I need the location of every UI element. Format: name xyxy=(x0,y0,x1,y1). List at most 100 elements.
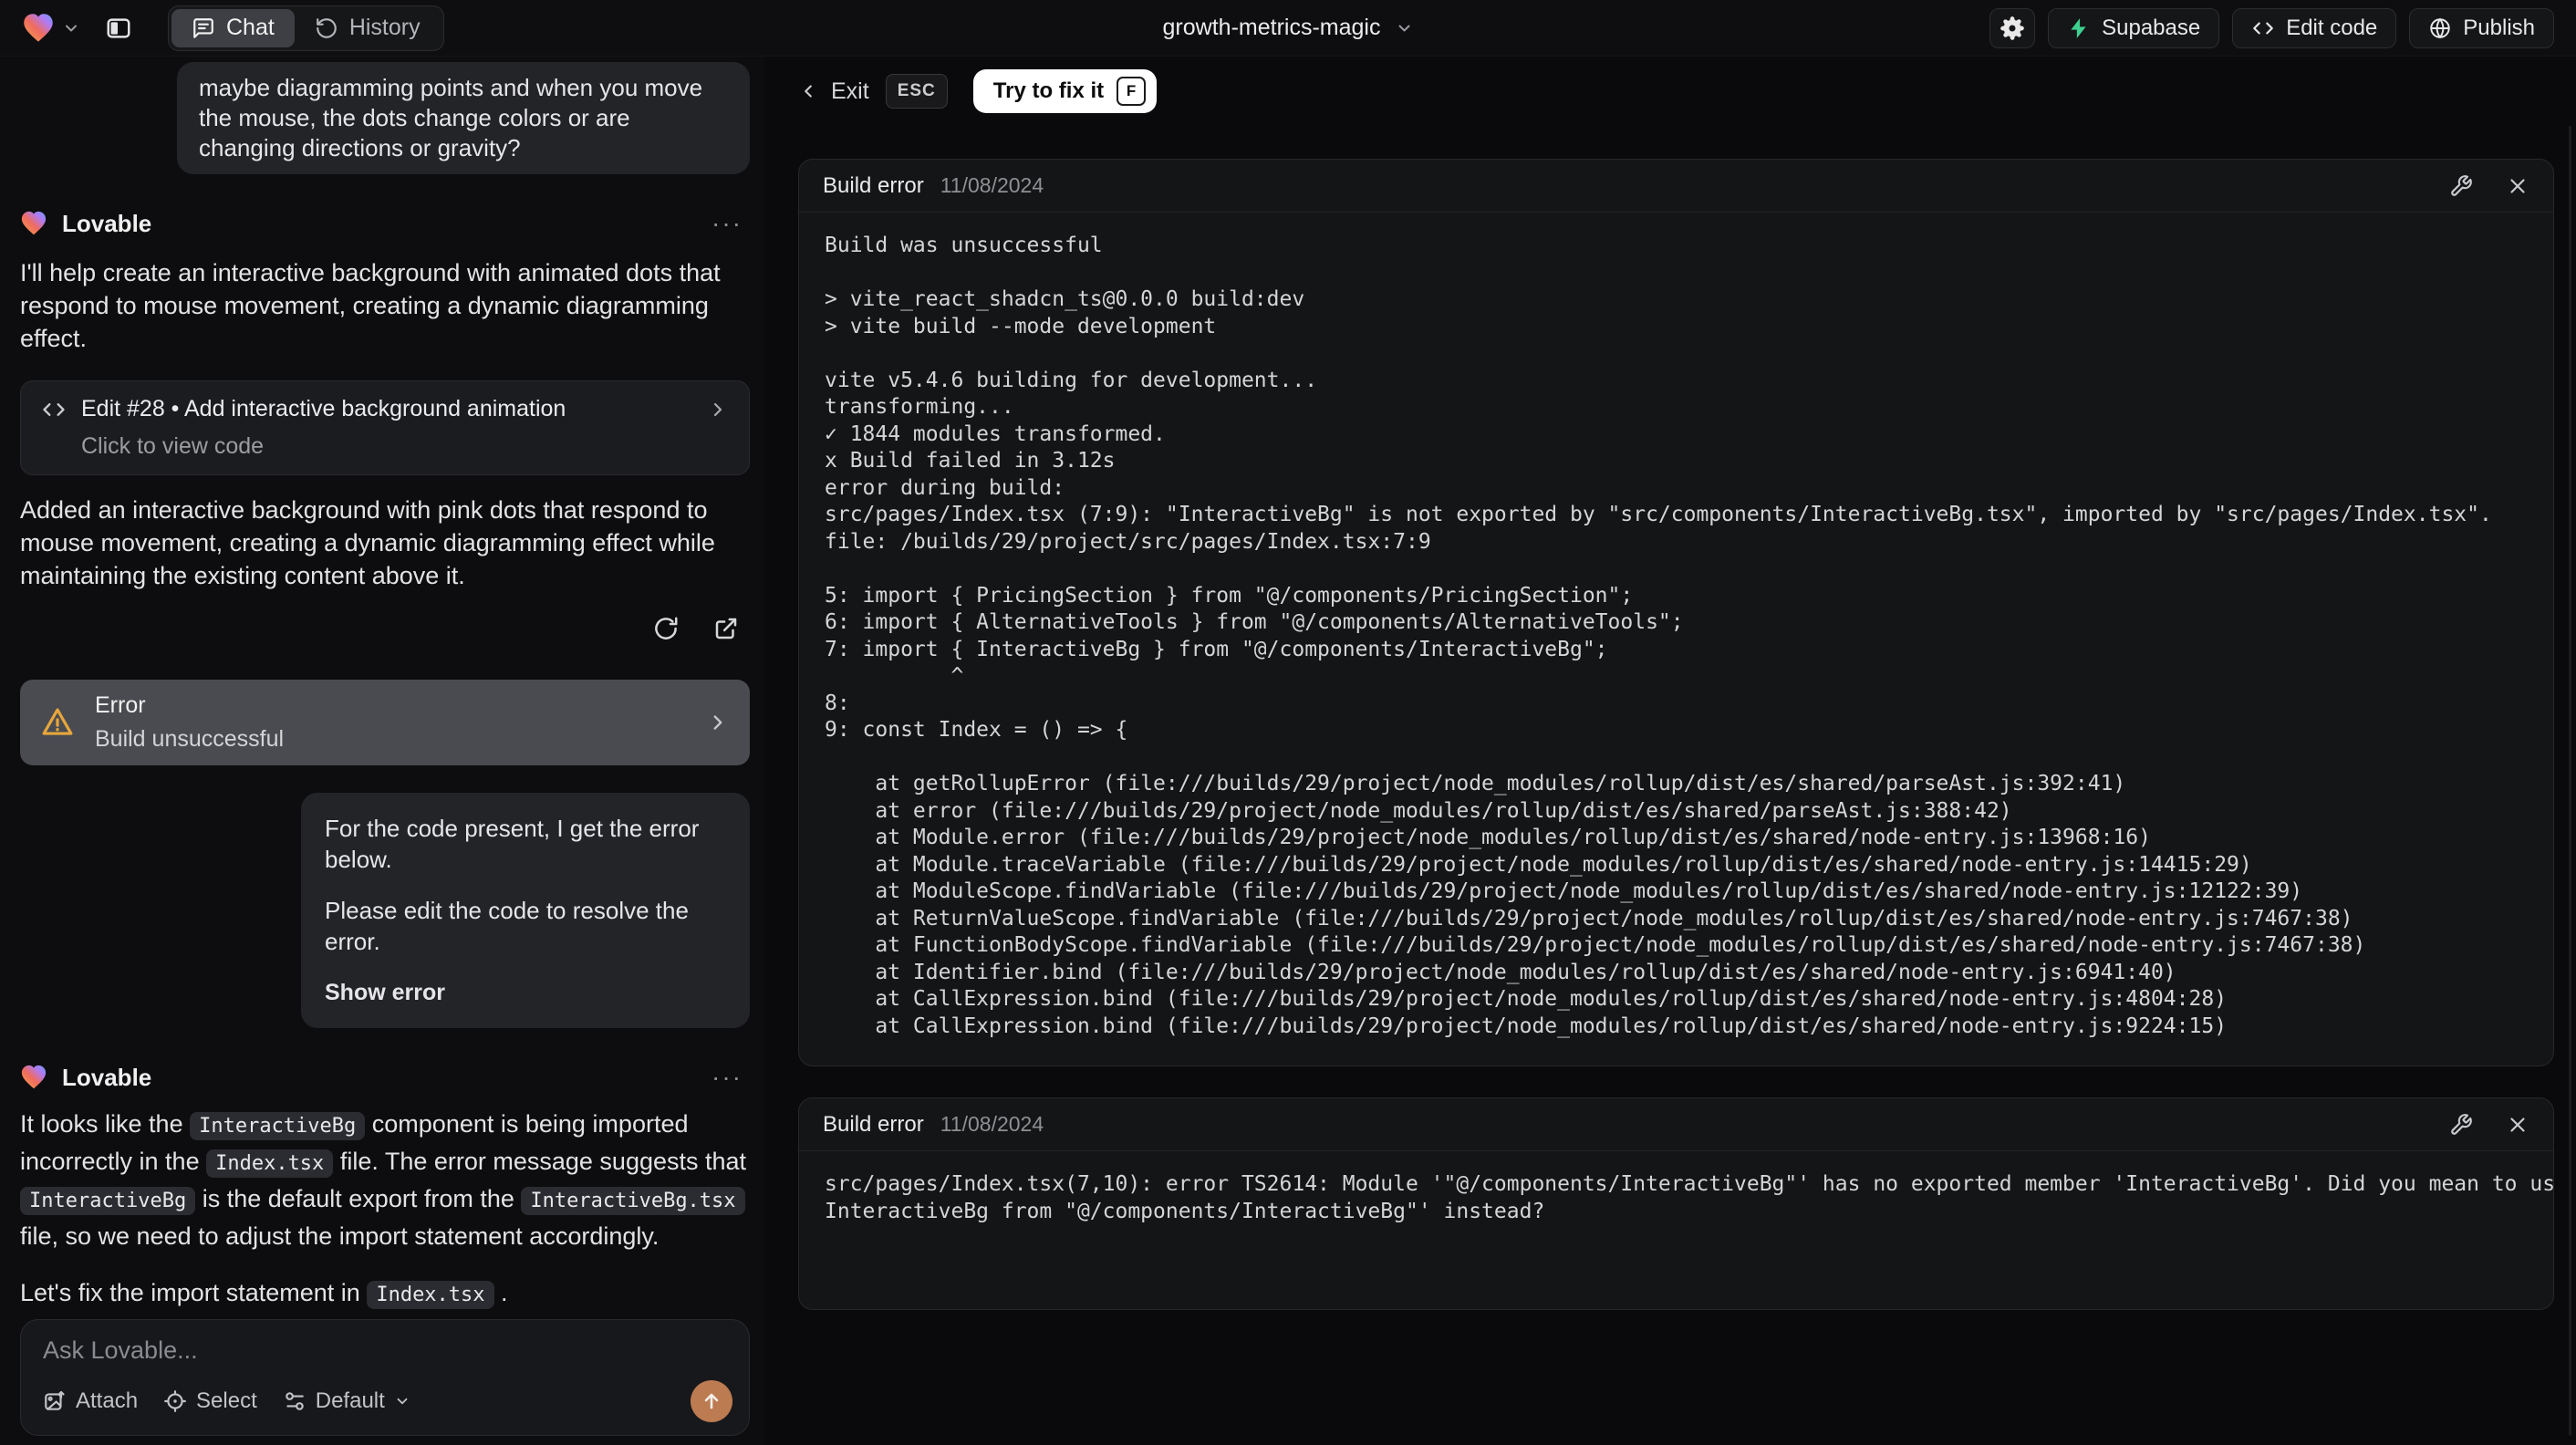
assistant-message: I'll help create an interactive backgrou… xyxy=(20,259,721,352)
inline-code: InteractiveBg xyxy=(20,1187,196,1215)
edit-card-28[interactable]: Edit #28 • Add interactive background an… xyxy=(20,380,750,475)
heart-logo-icon xyxy=(24,13,53,42)
wrench-icon[interactable] xyxy=(2449,1113,2473,1137)
chevron-right-icon xyxy=(713,715,722,730)
send-button[interactable] xyxy=(691,1380,732,1422)
error-title: Error xyxy=(95,692,146,718)
retry-button[interactable] xyxy=(649,612,682,645)
chat-composer: Attach Select Default xyxy=(20,1319,750,1436)
select-label: Select xyxy=(196,1388,257,1413)
app-logo-menu[interactable] xyxy=(22,12,80,45)
wrench-icon[interactable] xyxy=(2449,174,2473,198)
assistant-header: Lovable ··· xyxy=(20,1063,750,1092)
assistant-name: Lovable xyxy=(62,209,152,237)
chat-history-tabs: Chat History xyxy=(168,5,444,51)
exit-label: Exit xyxy=(831,78,869,104)
build-error-card-2: Build error 11/08/2024 src/pages/Index.t… xyxy=(798,1097,2554,1310)
edit-code-button[interactable]: Edit code xyxy=(2232,7,2397,48)
esc-key-badge[interactable]: ESC xyxy=(885,74,948,109)
chat-bubble-icon xyxy=(193,17,213,38)
close-icon[interactable] xyxy=(2506,174,2529,198)
supabase-bolt-icon xyxy=(2071,17,2086,38)
top-bar: Chat History growth-metrics-magic Supaba… xyxy=(0,0,2576,57)
build-log: Build was unsuccessful > vite_react_shad… xyxy=(825,234,2492,1038)
tab-chat[interactable]: Chat xyxy=(171,8,295,47)
open-external-button[interactable] xyxy=(710,612,743,645)
fix-error-panel: Exit ESC Try to fix it F Build error 11/… xyxy=(764,57,2576,1445)
gear-icon xyxy=(2000,16,2024,40)
globe-icon xyxy=(2430,17,2451,38)
assistant-message-rich: It looks like the InteractiveBg componen… xyxy=(20,1110,747,1250)
show-error-button[interactable]: Show error xyxy=(325,977,726,1008)
chevron-down-icon xyxy=(1398,25,1410,31)
project-name: growth-metrics-magic xyxy=(1162,15,1381,40)
settings-button[interactable] xyxy=(1989,7,2036,48)
build-error-title: Build error xyxy=(823,1111,924,1137)
warning-triangle-icon xyxy=(42,708,73,735)
supabase-button[interactable]: Supabase xyxy=(2048,7,2220,48)
try-to-fix-button[interactable]: Try to fix it F xyxy=(972,69,1158,113)
scrollbar[interactable] xyxy=(2569,126,2571,1436)
arrow-up-icon xyxy=(704,1393,719,1409)
user-message: maybe diagramming points and when you mo… xyxy=(177,62,750,174)
code-brackets-icon xyxy=(43,402,65,416)
assistant-message: Added an interactive background with pin… xyxy=(20,496,715,589)
attach-image-icon xyxy=(45,1390,65,1410)
try-to-fix-label: Try to fix it xyxy=(992,78,1105,103)
chevron-down-icon xyxy=(66,25,77,31)
tab-history-label: History xyxy=(348,15,421,40)
user-error-request: For the code present, I get the error be… xyxy=(301,793,750,1028)
chevron-right-icon xyxy=(713,402,722,416)
code-brackets-icon xyxy=(2253,22,2274,34)
sliders-icon xyxy=(286,1392,304,1410)
edit-card-subtitle: Click to view code xyxy=(81,433,265,459)
assistant-header: Lovable ··· xyxy=(20,209,750,238)
tab-history[interactable]: History xyxy=(295,9,441,47)
heart-avatar-icon xyxy=(21,211,47,235)
f-key-badge: F xyxy=(1117,77,1147,106)
request-line-2: Please edit the code to resolve the erro… xyxy=(325,897,689,955)
build-error-date: 11/08/2024 xyxy=(940,1112,1044,1136)
edit-code-label: Edit code xyxy=(2286,15,2378,40)
error-subtitle: Build unsuccessful xyxy=(95,726,285,752)
publish-label: Publish xyxy=(2463,15,2535,40)
message-options-button[interactable]: ··· xyxy=(704,1063,750,1092)
message-options-button[interactable]: ··· xyxy=(704,209,750,238)
build-log: src/pages/Index.tsx(7,10): error TS2614:… xyxy=(825,1172,2553,1223)
supabase-label: Supabase xyxy=(2102,15,2201,40)
chevron-down-icon xyxy=(397,1398,408,1405)
tab-chat-label: Chat xyxy=(226,15,275,40)
project-switcher[interactable]: growth-metrics-magic xyxy=(1163,15,1414,41)
build-error-banner[interactable]: Error Build unsuccessful xyxy=(20,680,750,765)
heart-avatar-icon xyxy=(21,1065,47,1089)
select-target-icon xyxy=(164,1390,186,1412)
refresh-icon xyxy=(655,617,678,639)
inline-code: InteractiveBg.tsx xyxy=(521,1187,745,1215)
assistant-message-rich: Let's fix the import statement in Index.… xyxy=(20,1276,750,1312)
build-error-card-1: Build error 11/08/2024 Build was unsucce… xyxy=(798,159,2554,1066)
build-error-date: 11/08/2024 xyxy=(940,173,1044,197)
select-button[interactable]: Select xyxy=(163,1388,257,1414)
request-line-1: For the code present, I get the error be… xyxy=(325,815,700,873)
chat-message-list[interactable]: maybe diagramming points and when you mo… xyxy=(20,60,750,1312)
message-actions xyxy=(20,612,750,645)
mode-selector[interactable]: Default xyxy=(283,1388,410,1414)
fix-panel-header: Exit ESC Try to fix it F xyxy=(798,69,2554,113)
sidebar-toggle-button[interactable] xyxy=(97,8,140,48)
attach-button[interactable]: Attach xyxy=(43,1388,138,1414)
sidebar-toggle-icon xyxy=(107,17,130,38)
close-icon[interactable] xyxy=(2506,1113,2529,1137)
chevron-left-icon xyxy=(805,85,812,98)
inline-code: InteractiveBg xyxy=(190,1112,366,1140)
chat-input[interactable] xyxy=(43,1336,732,1373)
publish-button[interactable]: Publish xyxy=(2409,7,2554,48)
mode-label: Default xyxy=(315,1388,385,1413)
build-error-title: Build error xyxy=(823,172,924,198)
exit-button[interactable]: Exit xyxy=(798,78,869,105)
edit-card-title: Edit #28 • Add interactive background an… xyxy=(81,396,566,421)
attach-label: Attach xyxy=(76,1388,139,1413)
chat-panel: maybe diagramming points and when you mo… xyxy=(0,57,764,1445)
external-link-icon xyxy=(715,618,737,639)
inline-code: Index.tsx xyxy=(367,1281,494,1309)
assistant-name: Lovable xyxy=(62,1063,152,1091)
